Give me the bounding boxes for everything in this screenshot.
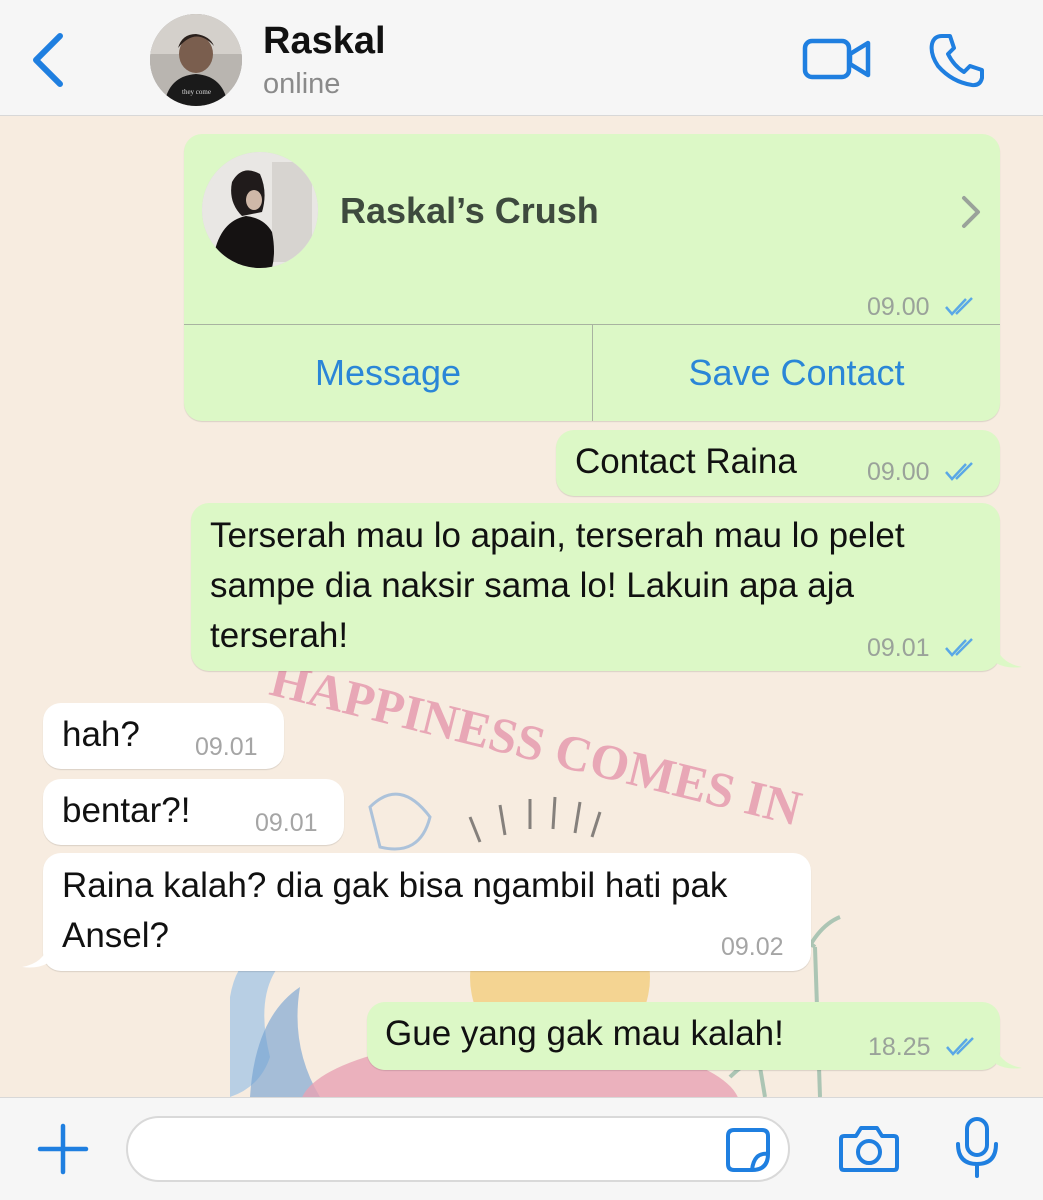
- message-text-line: terserah!: [210, 616, 349, 655]
- message-time: 09.01: [255, 809, 318, 837]
- message-text-line: Raina kalah? dia gak bisa ngambil hati p…: [62, 866, 728, 905]
- contact-name[interactable]: Raskal: [263, 20, 386, 63]
- message-time: 09.01: [867, 634, 930, 662]
- outgoing-message[interactable]: Contact Raina 09.00: [556, 430, 1000, 496]
- incoming-message[interactable]: hah? 09.01: [43, 703, 284, 769]
- wallpaper-text: HAPPINESS COMES IN: [265, 650, 807, 836]
- message-time: 09.01: [195, 733, 258, 761]
- message-input[interactable]: [126, 1116, 790, 1182]
- incoming-message[interactable]: bentar?! 09.01: [43, 779, 344, 845]
- incoming-message[interactable]: Raina kalah? dia gak bisa ngambil hati p…: [43, 853, 811, 971]
- message-text-line: sampe dia naksir sama lo! Lakuin apa aja: [210, 566, 854, 605]
- back-chevron-icon[interactable]: [28, 30, 72, 90]
- contact-card-avatar[interactable]: [202, 152, 318, 268]
- contact-status: online: [263, 68, 341, 100]
- message-text: hah?: [62, 715, 140, 754]
- message-time: 09.00: [867, 458, 930, 486]
- sticker-icon[interactable]: [724, 1126, 772, 1174]
- chat-area[interactable]: HAPPINESS COMES IN Raskal’s Crush 09.00 …: [0, 117, 1043, 1097]
- double-check-icon: [946, 1037, 974, 1056]
- camera-icon[interactable]: [838, 1122, 900, 1174]
- chevron-right-icon[interactable]: [958, 192, 984, 232]
- message-text: Contact Raina: [575, 442, 797, 481]
- message-text: bentar?!: [62, 791, 191, 830]
- message-text-line: Terserah mau lo apain, terserah mau lo p…: [210, 516, 905, 555]
- contact-card-name: Raskal’s Crush: [340, 190, 599, 231]
- message-time: 09.00: [867, 293, 930, 321]
- bubble-tail: [22, 945, 48, 968]
- message-button[interactable]: Message: [184, 325, 592, 421]
- outgoing-message[interactable]: Terserah mau lo apain, terserah mau lo p…: [191, 503, 1000, 671]
- message-text: Gue yang gak mau kalah!: [385, 1014, 784, 1053]
- chat-header: they come Raskal online: [0, 0, 1043, 116]
- plus-icon[interactable]: [34, 1120, 92, 1178]
- message-text-line: Ansel?: [62, 916, 170, 955]
- outgoing-message[interactable]: Gue yang gak mau kalah! 18.25: [367, 1002, 1000, 1070]
- bubble-tail: [996, 1046, 1022, 1069]
- double-check-icon: [945, 462, 973, 481]
- video-call-icon[interactable]: [802, 36, 872, 82]
- contact-card-bubble[interactable]: Raskal’s Crush 09.00 Message Save Contac…: [184, 134, 1000, 421]
- message-time: 09.02: [721, 933, 784, 961]
- svg-text:they come: they come: [182, 88, 211, 96]
- contact-avatar[interactable]: they come: [150, 14, 242, 106]
- message-time: 18.25: [868, 1033, 931, 1061]
- save-contact-button[interactable]: Save Contact: [593, 325, 1000, 421]
- microphone-icon[interactable]: [952, 1116, 1002, 1180]
- compose-bar: [0, 1097, 1043, 1200]
- double-check-icon: [945, 297, 973, 316]
- phone-icon[interactable]: [928, 32, 986, 88]
- double-check-icon: [945, 638, 973, 657]
- bubble-tail: [996, 645, 1022, 668]
